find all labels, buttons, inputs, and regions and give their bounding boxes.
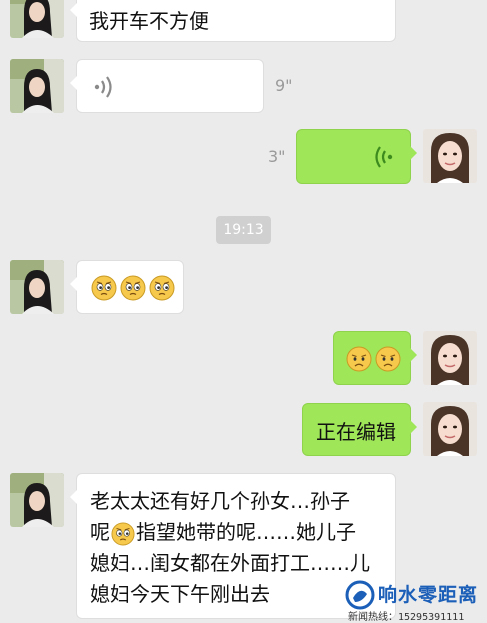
frowning-face-emoji bbox=[346, 346, 372, 372]
message-bubble-received[interactable] bbox=[70, 260, 184, 314]
watermark-title: 响水零距离 bbox=[378, 584, 479, 606]
contact-avatar[interactable] bbox=[10, 59, 64, 113]
contact-avatar[interactable] bbox=[10, 0, 64, 38]
voice-message-received[interactable] bbox=[70, 59, 264, 113]
contact-avatar[interactable] bbox=[10, 260, 64, 314]
message-text: 指望她带的呢……她儿子 bbox=[136, 520, 356, 544]
voice-wave-left-icon bbox=[93, 75, 115, 99]
voice-message-sent[interactable] bbox=[296, 129, 417, 184]
contact-avatar[interactable] bbox=[10, 473, 64, 527]
my-avatar[interactable] bbox=[423, 331, 477, 385]
watermark-hotline: 新闻热线：15295391111 bbox=[348, 612, 465, 623]
worried-face-emoji bbox=[149, 275, 175, 301]
message-text: 呢 bbox=[90, 520, 110, 544]
my-avatar[interactable] bbox=[423, 402, 477, 456]
voice-duration: 9" bbox=[275, 76, 293, 95]
worried-face-emoji bbox=[91, 275, 117, 301]
message-text: 老太太还有好几个孙女…孙子 bbox=[90, 489, 350, 513]
worried-face-emoji bbox=[120, 275, 146, 301]
my-avatar[interactable] bbox=[423, 129, 477, 183]
message-text: 我开车不方便 bbox=[89, 9, 209, 33]
message-bubble-received[interactable]: 我开车不方便 bbox=[70, 0, 396, 42]
frowning-face-emoji bbox=[375, 346, 401, 372]
brand-logo-icon bbox=[345, 580, 375, 610]
timestamp-badge: 19:13 bbox=[216, 216, 271, 244]
message-text: 正在编辑 bbox=[316, 420, 396, 444]
message-bubble-sent[interactable] bbox=[333, 331, 417, 385]
voice-wave-right-icon bbox=[372, 145, 394, 169]
worried-face-emoji bbox=[111, 522, 135, 546]
watermark: 响水零距离 新闻热线：15295391111 bbox=[340, 578, 487, 623]
voice-duration: 3" bbox=[268, 147, 286, 166]
message-bubble-sent[interactable]: 正在编辑 bbox=[302, 403, 417, 456]
message-text-line: 呢 指望她带的呢……她儿子 bbox=[90, 517, 395, 548]
message-text: 媳妇…闺女都在外面打工……儿 bbox=[90, 551, 370, 575]
